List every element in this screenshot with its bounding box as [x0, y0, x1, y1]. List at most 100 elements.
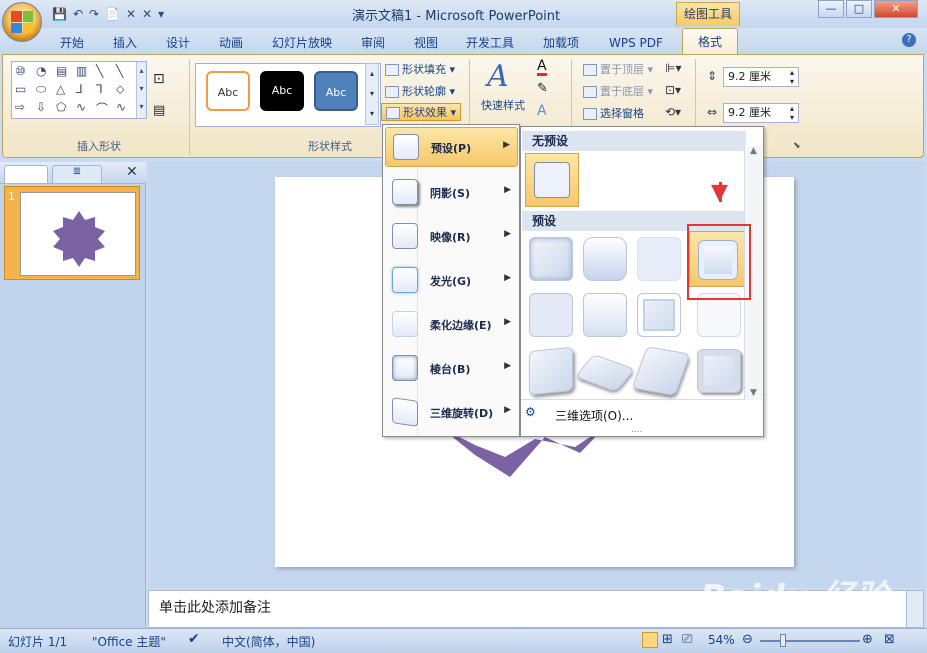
- new-doc-icon[interactable]: 📄: [105, 7, 120, 21]
- preset-option[interactable]: [583, 237, 627, 281]
- minimize-button[interactable]: —: [818, 0, 844, 18]
- shape-fill-button[interactable]: 形状填充 ▾: [385, 61, 455, 79]
- help-icon[interactable]: ?: [902, 33, 916, 47]
- align-icon[interactable]: ⊫▾: [665, 61, 681, 75]
- shape-icon[interactable]: ⑩: [15, 64, 26, 78]
- shape-icon[interactable]: ╲: [116, 64, 123, 78]
- shape-style-gallery[interactable]: Abc Abc Abc: [195, 63, 381, 127]
- close-panel-icon[interactable]: ✕: [126, 164, 138, 180]
- scroll-up-icon[interactable]: ▲: [745, 146, 762, 156]
- tab-view[interactable]: 视图: [414, 33, 438, 53]
- tab-outline[interactable]: ≣: [52, 165, 102, 183]
- style-swatch-black[interactable]: Abc: [260, 71, 304, 111]
- close-button[interactable]: ✕: [874, 0, 918, 18]
- spell-check-icon[interactable]: ✔: [188, 631, 200, 647]
- text-effects-icon[interactable]: A: [537, 103, 547, 119]
- menu-item-bevel[interactable]: 棱台(B) ▶: [385, 349, 518, 389]
- undo-icon[interactable]: ↶: [73, 7, 83, 21]
- menu-item-soft-edges[interactable]: 柔化边缘(E) ▶: [385, 305, 518, 345]
- shape-icon[interactable]: ╲: [96, 64, 103, 78]
- menu-item-preset[interactable]: 预设(P) ▶: [385, 127, 518, 167]
- preset-option[interactable]: [631, 346, 691, 396]
- shape-icon[interactable]: ⬭: [36, 82, 46, 97]
- text-fill-icon[interactable]: A: [537, 59, 547, 76]
- menu-item-shadow[interactable]: 阴影(S) ▶: [385, 173, 518, 213]
- tab-review[interactable]: 审阅: [361, 33, 385, 53]
- shape-icon[interactable]: ⇩: [36, 100, 46, 114]
- preset-option[interactable]: [529, 293, 573, 337]
- close-doc-icon[interactable]: ✕: [142, 7, 152, 21]
- menu-item-3d-rotation[interactable]: 三维旋转(D) ▶: [385, 393, 518, 433]
- shape-icon[interactable]: ⇨: [15, 100, 25, 114]
- preset-option[interactable]: [637, 293, 681, 337]
- preset-option[interactable]: [697, 349, 741, 393]
- save-icon[interactable]: 💾: [52, 7, 67, 21]
- notes-scrollbar[interactable]: [906, 590, 924, 628]
- tab-animation[interactable]: 动画: [219, 33, 243, 53]
- shape-icon[interactable]: ⅃: [76, 82, 83, 96]
- text-box-icon[interactable]: ▤: [153, 103, 165, 118]
- shape-icon[interactable]: ⌒: [96, 100, 108, 117]
- shape-icon[interactable]: ∿: [116, 100, 126, 114]
- shape-icon[interactable]: ⬠: [56, 100, 66, 114]
- preset-option[interactable]: [574, 354, 636, 392]
- selection-pane-button[interactable]: 选择窗格: [583, 105, 644, 123]
- slideshow-icon[interactable]: ⎚: [682, 632, 692, 647]
- no-preset-option[interactable]: [525, 153, 579, 207]
- shape-icon[interactable]: ⅂: [96, 82, 103, 96]
- shape-effects-button[interactable]: 形状效果 ▾: [381, 103, 462, 121]
- size-dialog-launcher-icon[interactable]: ⬊: [793, 141, 801, 151]
- menu-item-reflection[interactable]: 映像(R) ▶: [385, 217, 518, 257]
- tab-wps-pdf[interactable]: WPS PDF: [609, 33, 663, 53]
- quick-style-a-icon[interactable]: A: [487, 59, 509, 94]
- tab-addins[interactable]: 加载项: [543, 33, 579, 53]
- zoom-slider[interactable]: [760, 640, 860, 642]
- tab-format[interactable]: 格式: [682, 28, 738, 55]
- quick-styles-button[interactable]: 快速样式: [481, 97, 525, 113]
- tab-insert[interactable]: 插入: [113, 33, 137, 53]
- text-outline-icon[interactable]: ✎: [537, 81, 548, 96]
- edit-points-icon[interactable]: ⊡: [153, 71, 165, 87]
- preset-option[interactable]: [529, 237, 573, 281]
- width-spinner[interactable]: 9.2 厘米 ▴ ▾: [723, 103, 799, 123]
- style-gallery-scroll[interactable]: ▴ ▾ ▾: [365, 63, 379, 125]
- height-spinner[interactable]: 9.2 厘米 ▴ ▾: [723, 67, 799, 87]
- shapes-scroll[interactable]: ▴ ▾ ▾: [136, 62, 146, 118]
- redo-icon[interactable]: ↷: [89, 7, 99, 21]
- shape-icon[interactable]: ∿: [76, 100, 86, 114]
- rotate-icon[interactable]: ⟲▾: [665, 105, 681, 119]
- tab-design[interactable]: 设计: [166, 33, 190, 53]
- zoom-in-icon[interactable]: ⊕: [862, 632, 873, 647]
- shape-icon[interactable]: △: [56, 82, 65, 96]
- shape-icon[interactable]: ▤: [56, 64, 67, 78]
- shapes-gallery[interactable]: ⑩ ◔ ▤ ▥ ╲ ╲ ▭ ⬭ △ ⅃ ⅂ ⬦ ⇨ ⇩ ⬠ ∿ ⌒ ∿ ▴ ▾ ▾: [11, 61, 147, 119]
- resize-grip[interactable]: ....: [631, 425, 642, 435]
- menu-item-glow[interactable]: 发光(G) ▶: [385, 261, 518, 301]
- preset-option[interactable]: [583, 293, 627, 337]
- zoom-slider-thumb[interactable]: [780, 634, 786, 647]
- tab-slides[interactable]: [4, 165, 48, 183]
- bring-to-front-button[interactable]: 置于顶层 ▾: [583, 61, 653, 79]
- style-swatch-blue[interactable]: Abc: [314, 71, 358, 111]
- group-icon[interactable]: ⊡▾: [665, 83, 681, 97]
- shape-icon[interactable]: ◔: [36, 64, 46, 78]
- tab-home[interactable]: 开始: [60, 33, 84, 53]
- 3d-options-link[interactable]: 三维选项(O)...: [555, 407, 633, 424]
- normal-view-icon[interactable]: [642, 632, 658, 648]
- slide-sorter-icon[interactable]: ⊞: [662, 632, 673, 647]
- tab-developer[interactable]: 开发工具: [466, 33, 514, 53]
- zoom-out-icon[interactable]: ⊖: [742, 632, 753, 647]
- preset-option[interactable]: [637, 237, 681, 281]
- tab-slideshow[interactable]: 幻灯片放映: [272, 33, 332, 53]
- preset-option[interactable]: [529, 346, 573, 396]
- send-to-back-button[interactable]: 置于底层 ▾: [583, 83, 653, 101]
- shape-icon[interactable]: ⬦: [116, 82, 124, 97]
- customize-qat-icon[interactable]: ▾: [158, 7, 164, 21]
- shape-outline-button[interactable]: 形状轮廓 ▾: [385, 83, 455, 101]
- scroll-down-icon[interactable]: ▼: [745, 388, 762, 398]
- maximize-button[interactable]: □: [846, 0, 872, 18]
- style-swatch-orange-outline[interactable]: Abc: [206, 71, 250, 111]
- shape-icon[interactable]: ▭: [15, 82, 26, 96]
- close-doc-icon[interactable]: ✕: [126, 7, 136, 21]
- fit-window-icon[interactable]: ⊠: [884, 632, 895, 647]
